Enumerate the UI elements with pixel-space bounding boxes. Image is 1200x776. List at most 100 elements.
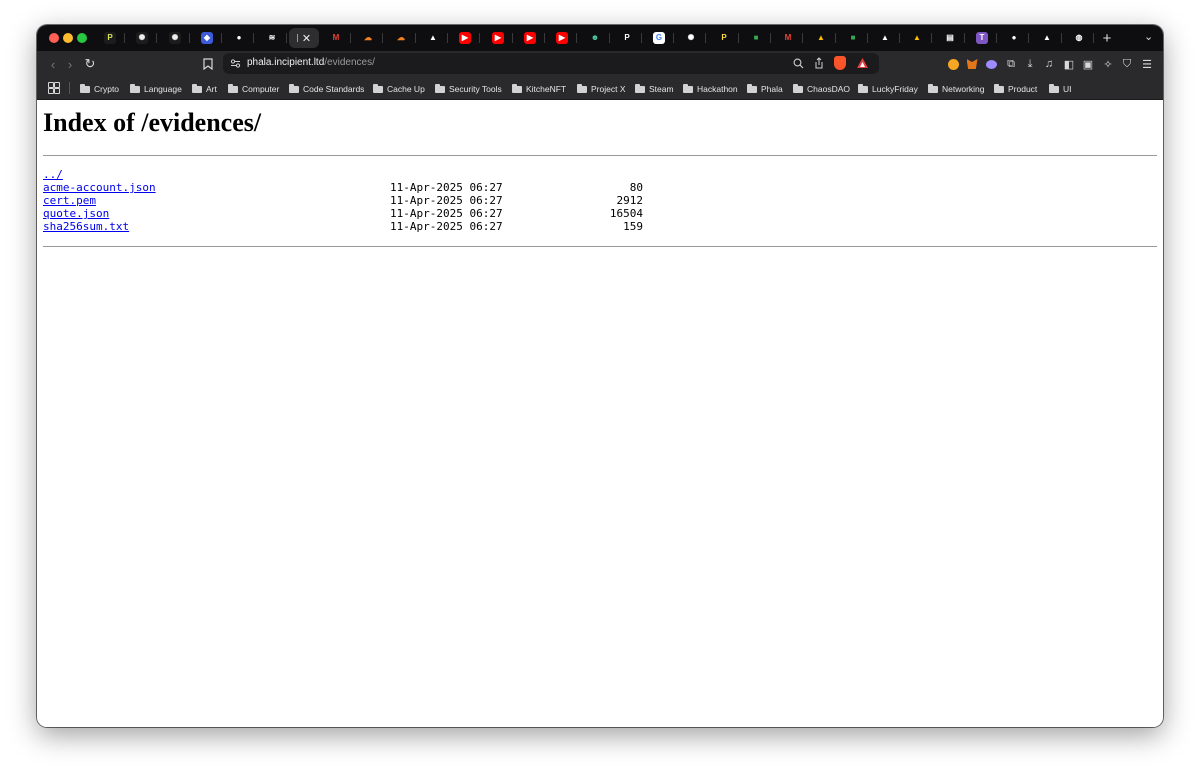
extension-orange-icon[interactable] <box>945 56 961 72</box>
bookmark-folder-crypto[interactable]: Crypto <box>80 82 119 96</box>
site-settings-icon[interactable] <box>230 58 241 69</box>
brave-shields-icon[interactable] <box>834 56 846 70</box>
bookmark-folder-cache-up[interactable]: Cache Up <box>373 82 425 96</box>
tab-openai[interactable]: ✺ <box>676 28 706 48</box>
share-icon[interactable] <box>814 57 824 69</box>
tab-vercel[interactable]: ▲ <box>870 28 900 48</box>
extension-fox-icon[interactable] <box>964 56 980 72</box>
wallet-icon[interactable]: ▣ <box>1080 56 1096 72</box>
close-tab-icon[interactable]: ✕ <box>302 32 311 45</box>
tab-youtube[interactable]: ▶ <box>547 28 577 48</box>
forward-button[interactable]: › <box>60 54 80 74</box>
tab-gmail[interactable]: M <box>773 28 803 48</box>
tab-separator <box>253 33 254 43</box>
tab-proton[interactable]: P <box>612 28 642 48</box>
proton-icon: P <box>718 32 730 44</box>
tab-google[interactable]: G <box>644 28 674 48</box>
file-modified-date: 11-Apr-2025 06:27 <box>390 181 503 194</box>
media-music-icon[interactable]: ♫ <box>1041 56 1057 72</box>
tab-separator <box>899 33 900 43</box>
tab-drive[interactable]: ▲ <box>902 28 932 48</box>
tab-separator <box>1028 33 1029 43</box>
tab-t-app[interactable]: T <box>967 28 997 48</box>
new-tab-button[interactable]: + <box>1098 28 1116 48</box>
bookmark-folder-kitchenft[interactable]: KitcheNFT <box>512 82 566 96</box>
globe-icon: ◍ <box>1073 32 1085 44</box>
folder-icon <box>192 83 202 93</box>
bookmark-folder-computer[interactable]: Computer <box>228 82 279 96</box>
folder-icon <box>683 83 693 93</box>
bookmark-folder-product[interactable]: Product <box>994 82 1037 96</box>
brave-rewards-icon[interactable] <box>856 57 869 69</box>
tab-layers[interactable]: ≋ <box>257 28 287 48</box>
tab-active[interactable]: ✕ <box>289 28 319 48</box>
tab-bot[interactable]: ☻ <box>580 28 610 48</box>
file-link[interactable]: cert.pem <box>43 194 96 207</box>
bookmark-folder-ui[interactable]: UI <box>1049 82 1072 96</box>
tab-separator <box>512 33 513 43</box>
window-maximize-button[interactable] <box>77 33 87 43</box>
bookmark-label: Computer <box>242 84 280 94</box>
tab-globe[interactable]: ◍ <box>1064 28 1094 48</box>
bookmark-folder-hackathon[interactable]: Hackathon <box>683 82 738 96</box>
tab-cloudflare[interactable]: ☁ <box>386 28 416 48</box>
downloads-icon[interactable]: ⤓ <box>1022 56 1038 72</box>
tab-youtube[interactable]: ▶ <box>450 28 480 48</box>
tab-chart[interactable]: ▤ <box>935 28 965 48</box>
menu-hamburger-icon[interactable]: ☰ <box>1139 56 1155 72</box>
tab-github[interactable]: ● <box>999 28 1029 48</box>
file-link[interactable]: quote.json <box>43 207 109 220</box>
tab-separator <box>770 33 771 43</box>
window-close-button[interactable] <box>49 33 59 43</box>
extension-purple-icon[interactable] <box>983 56 999 72</box>
file-row: sha256sum.txt 11-Apr-2025 06:27 159 <box>43 220 683 233</box>
sidebar-toggle-icon[interactable]: ◧ <box>1061 56 1077 72</box>
bookmark-page-button[interactable] <box>198 54 218 74</box>
bookmark-folder-language[interactable]: Language <box>130 82 182 96</box>
folder-icon <box>858 83 868 93</box>
window-minimize-button[interactable] <box>63 33 73 43</box>
tab-meet[interactable]: ■ <box>838 28 868 48</box>
tab-openai[interactable]: ✺ <box>127 28 157 48</box>
bookmark-folder-chaosdao[interactable]: ChaosDAO <box>793 82 850 96</box>
tab-chain[interactable]: ◆ <box>192 28 222 48</box>
tab-youtube[interactable]: ▶ <box>515 28 545 48</box>
zoom-icon[interactable] <box>793 58 804 69</box>
bookmark-folder-security-tools[interactable]: Security Tools <box>435 82 502 96</box>
vpn-shield-icon[interactable]: ⛉ <box>1119 56 1135 72</box>
bookmark-icon <box>203 58 213 70</box>
folder-icon <box>747 83 757 93</box>
tab-proton[interactable]: P <box>709 28 739 48</box>
file-link[interactable]: sha256sum.txt <box>43 220 129 233</box>
leo-ai-icon[interactable]: ✧ <box>1100 56 1116 72</box>
url-text[interactable]: phala.incipient.ltd/evidences/ <box>247 57 375 68</box>
address-bar[interactable]: phala.incipient.ltd/evidences/ <box>223 53 879 74</box>
folder-icon <box>80 83 90 93</box>
extensions-puzzle-icon[interactable]: ⧉ <box>1003 56 1019 72</box>
tab-proton[interactable]: P <box>95 28 125 48</box>
apps-grid-icon[interactable] <box>48 82 60 94</box>
tab-vercel[interactable]: ▲ <box>418 28 448 48</box>
tab-drive[interactable]: ▲ <box>806 28 836 48</box>
tab-youtube[interactable]: ▶ <box>483 28 513 48</box>
bookmark-label: ChaosDAO <box>807 84 850 94</box>
bookmark-folder-project-x[interactable]: Project X <box>577 82 626 96</box>
bookmark-folder-art[interactable]: Art <box>192 82 217 96</box>
reload-button[interactable]: ↻ <box>80 54 100 74</box>
bookmark-folder-code-standards[interactable]: Code Standards <box>289 82 364 96</box>
tab-vercel[interactable]: ▲ <box>1032 28 1062 48</box>
bookmark-folder-steam[interactable]: Steam <box>635 82 674 96</box>
tab-github[interactable]: ● <box>224 28 254 48</box>
tab-menu-chevron-icon[interactable]: ⌄ <box>1144 30 1153 43</box>
bookmark-folder-luckyfriday[interactable]: LuckyFriday <box>858 82 918 96</box>
tab-openai[interactable]: ✺ <box>160 28 190 48</box>
tab-cloudflare[interactable]: ☁ <box>353 28 383 48</box>
bookmark-folder-networking[interactable]: Networking <box>928 82 985 96</box>
tab-meet[interactable]: ■ <box>741 28 771 48</box>
folder-icon <box>130 83 140 93</box>
bookmark-folder-phala[interactable]: Phala <box>747 82 783 96</box>
tab-separator <box>609 33 610 43</box>
parent-directory-link[interactable]: ../ <box>43 168 63 181</box>
tab-gmail[interactable]: M <box>321 28 351 48</box>
file-link[interactable]: acme-account.json <box>43 181 156 194</box>
